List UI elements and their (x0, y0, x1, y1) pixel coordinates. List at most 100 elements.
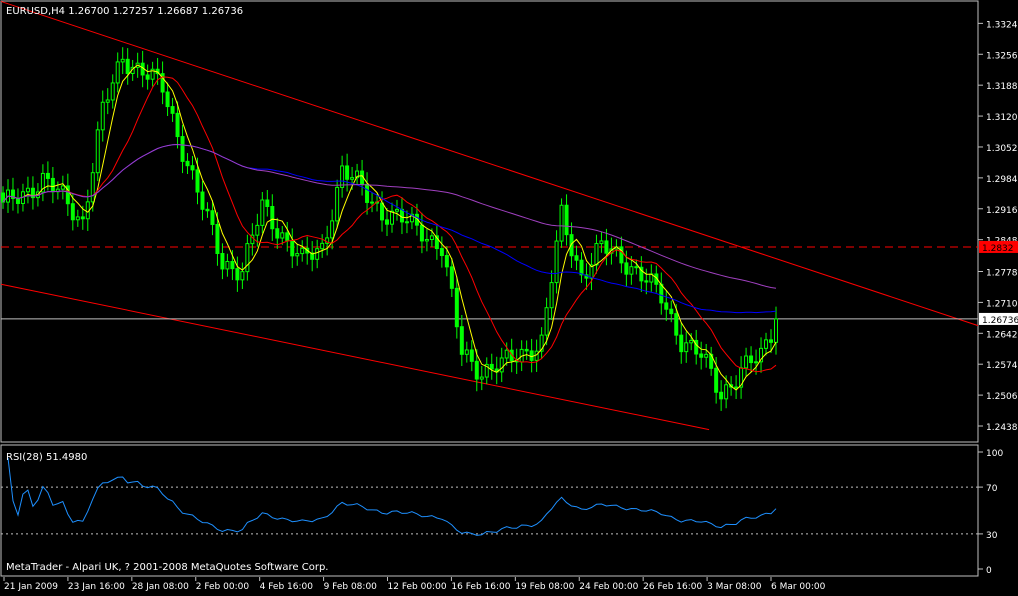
last-price-tag-label: 1.26736 (982, 316, 1018, 326)
candle-body-up (479, 376, 484, 380)
candle-body-up (105, 99, 110, 103)
candle-body-up (330, 220, 335, 239)
candle-body-down (444, 255, 449, 268)
candle-body-down (380, 202, 385, 221)
candle-body-down (80, 216, 85, 220)
candle-body-down (439, 248, 444, 257)
candle-body-up (504, 349, 509, 359)
candle-body-down (399, 208, 404, 223)
candle-body-up (559, 204, 564, 242)
time-tick-label: 6 Mar 00:00 (771, 582, 826, 592)
candle-body-down (185, 160, 190, 167)
candle-body-down (215, 223, 220, 255)
candle-body-up (549, 282, 554, 309)
candle-body-down (749, 355, 754, 364)
price-tick-label: 1.25060 (986, 392, 1018, 402)
time-tick-label: 3 Mar 08:00 (707, 582, 762, 592)
candle-body-up (754, 361, 759, 364)
candle-body-down (200, 191, 205, 210)
candle-body-up (594, 243, 599, 266)
candle-body-up (60, 185, 65, 190)
level-price-tag-label: 1.2832 (982, 244, 1014, 254)
candle-body-down (265, 199, 270, 207)
candle-body-down (275, 228, 280, 239)
candle-body-up (340, 165, 345, 188)
time-tick-label: 28 Jan 08:00 (132, 582, 189, 592)
trading-chart-window: 1.33240 1.32560 1.31880 1.31200 1.30520 1.298… (0, 0, 1018, 592)
candle-body-down (180, 136, 185, 162)
candle-body-down (220, 253, 225, 270)
candle-body-down (469, 349, 474, 362)
rsi-tick-label: 70 (986, 484, 998, 494)
rsi-tick-label: 100 (986, 449, 1003, 459)
candle-body-up (774, 318, 778, 343)
candle-body-up (424, 238, 429, 242)
candle-body-up (295, 253, 300, 257)
candle-body-up (225, 261, 230, 270)
candle-body-up (544, 307, 549, 336)
candle-body-up (464, 349, 469, 355)
candle-body-up (394, 208, 399, 212)
candle-body-up (25, 187, 30, 193)
candle-body-down (365, 183, 370, 203)
candle-body-down (714, 367, 719, 393)
candle-body-down (230, 261, 235, 270)
price-tick-label: 1.31880 (986, 82, 1018, 92)
candle-body-down (529, 350, 534, 361)
candle-body-up (534, 350, 539, 361)
candle-body-down (659, 283, 664, 304)
chart-background (0, 0, 1018, 592)
candle-body-down (604, 240, 609, 254)
candle-body-up (764, 339, 769, 349)
candle-body-down (579, 259, 584, 276)
time-tick-label: 21 Jan 2009 (4, 582, 58, 592)
symbol-header: EURUSD,H4 1.26700 1.27257 1.26687 1.2673… (6, 6, 243, 17)
candle-body-down (669, 308, 674, 315)
candle-body-up (300, 247, 305, 255)
time-tick-label: 2 Feb 00:00 (196, 582, 250, 592)
candle-body-down (70, 203, 75, 221)
candle-body-up (90, 172, 95, 203)
candle-body-up (629, 266, 634, 275)
candle-body-up (350, 177, 355, 180)
candle-body-down (674, 313, 679, 336)
candle-body-up (499, 357, 504, 373)
candle-body-down (175, 112, 180, 138)
candle-body-down (125, 58, 130, 75)
candle-body-up (554, 240, 559, 284)
candle-body-down (235, 268, 240, 281)
candle-body-down (205, 208, 210, 212)
chart-canvas[interactable]: 1.33240 1.32560 1.31880 1.31200 1.30520 1.298… (0, 0, 1018, 592)
time-tick-label: 12 Feb 00:00 (388, 582, 447, 592)
candle-body-down (769, 339, 774, 343)
candle-body-down (624, 262, 629, 275)
candle-body-down (165, 91, 170, 108)
candle-body-up (315, 248, 320, 260)
candle-body-down (50, 177, 55, 193)
candle-body-up (599, 240, 604, 245)
candle-body-down (574, 255, 579, 261)
time-tick-label: 9 Feb 08:00 (324, 582, 378, 592)
candle-body-down (170, 106, 175, 114)
candle-body-up (684, 342, 689, 353)
candle-body-up (370, 201, 375, 204)
candle-body-down (345, 165, 350, 180)
candle-body-up (115, 61, 120, 84)
price-tick-label: 1.33240 (986, 20, 1018, 30)
candle-body-down (419, 224, 424, 242)
candle-body-up (335, 186, 340, 222)
candle-body-down (15, 197, 20, 204)
candle-body-down (285, 232, 290, 242)
price-tick-label: 1.27100 (986, 299, 1018, 309)
rsi-header: RSI(28) 51.4980 (6, 452, 87, 463)
candle-body-up (389, 210, 394, 225)
candle-body-down (474, 360, 479, 380)
price-tick-label: 1.30520 (986, 144, 1018, 154)
price-tick-label: 1.29840 (986, 175, 1018, 185)
price-tick-label: 1.25740 (986, 361, 1018, 371)
candle-body-up (280, 232, 285, 239)
candle-body-down (524, 348, 529, 352)
candle-body-up (75, 216, 80, 221)
candle-body-down (664, 302, 669, 310)
time-tick-label: 4 Feb 16:00 (260, 582, 314, 592)
